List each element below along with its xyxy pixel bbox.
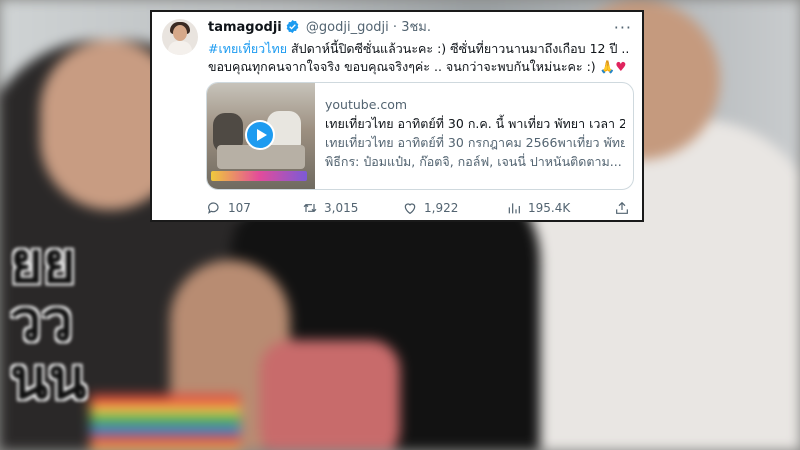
reply-count: 107 bbox=[228, 201, 251, 215]
card-description-line1: เทยเที่ยวไทย อาทิตย์ที่ 30 กรกฎาคม 2566พ… bbox=[325, 135, 625, 150]
tweet-line1-text: สัปดาห์นี้ปิดซีซั่นแล้วนะคะ :) ซีซั่นที่… bbox=[287, 41, 630, 56]
link-preview-card[interactable]: youtube.com เทยเที่ยวไทย อาทิตย์ที่ 30 ก… bbox=[206, 82, 634, 190]
like-heart-icon bbox=[404, 203, 416, 215]
video-thumbnail[interactable] bbox=[207, 83, 315, 189]
overlay-thai-text: ยย วว นน bbox=[10, 231, 87, 412]
views-bar-chart-icon bbox=[508, 203, 520, 214]
retweet-count: 3,015 bbox=[324, 201, 359, 215]
reply-icon bbox=[208, 202, 219, 214]
verified-badge-icon bbox=[286, 19, 299, 34]
card-title[interactable]: เทยเที่ยวไทย อาทิตย์ที่ 30 ก.ค. นี้ พาเท… bbox=[325, 114, 625, 133]
tweet-line2-text: ขอบคุณทุกคนจากใจจริง ขอบคุณจริงๆค่ะ .. จ… bbox=[208, 59, 600, 74]
card-domain: youtube.com bbox=[325, 97, 408, 112]
tweet-time[interactable]: 3ชม. bbox=[401, 20, 431, 35]
retweet-button[interactable]: 3,015 bbox=[302, 199, 358, 217]
reply-button[interactable]: 107 bbox=[206, 199, 251, 217]
pray-emoji-icon: 🙏 bbox=[599, 59, 616, 74]
hashtag-link[interactable]: #เทยเที่ยวไทย bbox=[208, 41, 287, 56]
more-options-icon[interactable]: ··· bbox=[614, 18, 632, 37]
tweet-text: #เทยเที่ยวไทย สัปดาห์นี้ปิดซีซั่นแล้วนะค… bbox=[208, 40, 632, 76]
author-name[interactable]: tamagodji bbox=[208, 20, 282, 35]
tweet-header: tamagodji @godji_godji · 3ชม. bbox=[208, 19, 612, 37]
retweet-icon bbox=[303, 203, 317, 213]
tweet-actions: 107 3,015 1,922 195.4K bbox=[206, 199, 632, 217]
avatar[interactable] bbox=[162, 19, 198, 55]
author-handle[interactable]: @godji_godji bbox=[306, 20, 389, 35]
card-description-line2: พิธีกร: ป๋อมแป๋ม, ก๊อตจิ, กอล์ฟ, เจนนี่ … bbox=[325, 154, 622, 169]
play-icon[interactable] bbox=[245, 120, 275, 150]
tweet-card[interactable]: tamagodji @godji_godji · 3ชม. ··· #เทยเท… bbox=[150, 10, 644, 222]
views-count: 195.4K bbox=[528, 201, 571, 215]
like-count: 1,922 bbox=[424, 201, 459, 215]
views-button[interactable]: 195.4K bbox=[506, 199, 570, 217]
separator-dot: · bbox=[392, 20, 398, 35]
like-button[interactable]: 1,922 bbox=[402, 199, 458, 217]
heart-emoji-icon: ♥ bbox=[615, 59, 627, 74]
share-button[interactable] bbox=[614, 199, 630, 217]
share-icon bbox=[616, 201, 628, 214]
